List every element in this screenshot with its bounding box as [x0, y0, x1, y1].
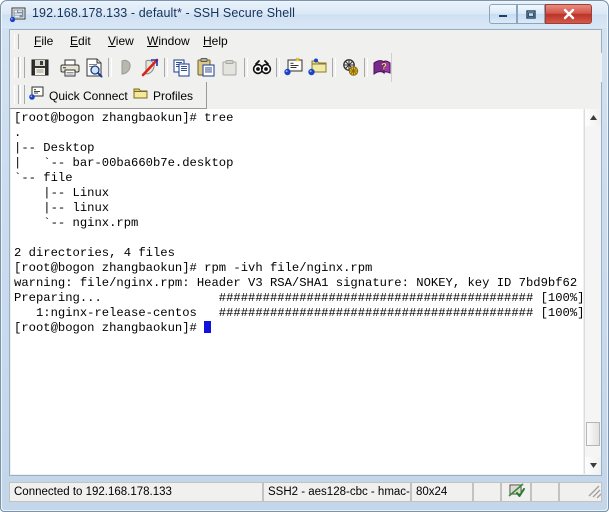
menu-item-view[interactable]: View — [102, 33, 140, 50]
ssh-terminal-icon — [9, 6, 27, 24]
toolbar-grip-handle-2[interactable] — [20, 57, 25, 78]
new-terminal-button[interactable] — [282, 56, 306, 79]
status-resize-grip[interactable] — [559, 482, 602, 502]
client-area: File Edit View Window Help ? Quick Conne… — [9, 29, 602, 476]
paste-button[interactable] — [194, 56, 218, 79]
main-toolbar: ? ? — [10, 53, 602, 82]
terminal-vertical-scrollbar[interactable] — [584, 109, 601, 474]
status-terminal-size: 80x24 — [411, 482, 473, 502]
new-file-transfer-button[interactable] — [306, 56, 330, 79]
print-preview-button[interactable] — [82, 56, 106, 79]
toolbar-grip-handle[interactable] — [14, 57, 19, 78]
status-pad-1 — [473, 482, 501, 502]
maximize-icon — [518, 5, 544, 23]
cut-button[interactable] — [218, 56, 242, 79]
menu-item-file[interactable]: File — [28, 33, 59, 50]
status-cipher: SSH2 - aes128-cbc - hmac-md5 — [263, 482, 411, 502]
window-title: 192.168.178.133 - default* - SSH Secure … — [32, 6, 296, 20]
terminal-output-area[interactable]: [root@bogon zhangbaokun]# tree . |-- Des… — [11, 109, 583, 474]
menu-item-edit[interactable]: Edit — [64, 33, 97, 50]
scroll-up-arrow-icon[interactable] — [585, 109, 601, 126]
quick-bar-grip-handle-2[interactable] — [20, 85, 25, 104]
quick-bar-panel: Quick Connect Profiles — [10, 82, 207, 109]
toolbar-separator-4 — [276, 58, 280, 77]
minimize-icon — [490, 5, 516, 23]
quick-connect-button[interactable]: Quick Connect — [28, 85, 128, 106]
terminal-text: [root@bogon zhangbaokun]# tree . |-- Des… — [14, 111, 583, 335]
save-button[interactable] — [28, 56, 52, 79]
menu-item-window[interactable]: Window — [141, 33, 196, 50]
menu-grip-handle[interactable] — [14, 34, 19, 49]
quick-connect-icon — [28, 85, 45, 107]
svg-text:?: ? — [381, 62, 387, 72]
scroll-down-arrow-icon[interactable] — [585, 457, 601, 474]
connect-button[interactable] — [114, 56, 138, 79]
profiles-button[interactable]: Profiles — [132, 85, 193, 106]
menu-item-help[interactable]: Help — [197, 33, 234, 50]
quick-connect-label: Quick Connect — [49, 88, 128, 103]
quick-bar-grip-handle[interactable] — [14, 85, 19, 104]
resize-grip-icon — [564, 485, 601, 499]
maximize-button[interactable] — [517, 4, 545, 24]
find-button[interactable] — [250, 56, 274, 79]
toolbar-separator — [108, 58, 112, 77]
toolbar-empty-area — [391, 53, 602, 82]
copy-button[interactable] — [170, 56, 194, 79]
status-encryption-icon-cell — [501, 482, 531, 502]
close-icon — [546, 5, 591, 23]
status-pad-2 — [531, 482, 559, 502]
menu-bar: File Edit View Window Help — [10, 30, 601, 54]
title-bar[interactable]: 192.168.178.133 - default* - SSH Secure … — [2, 2, 607, 28]
settings-button[interactable] — [338, 56, 362, 79]
toolbar-separator-5 — [332, 58, 336, 77]
profiles-label: Profiles — [153, 88, 194, 103]
toolbar-separator-6 — [364, 58, 368, 77]
minimize-button[interactable] — [489, 4, 517, 24]
toolbar-separator-2 — [164, 58, 168, 77]
status-connection: Connected to 192.168.178.133 — [9, 482, 263, 502]
terminal-cursor — [204, 321, 212, 333]
profiles-folder-icon — [132, 85, 149, 107]
status-bar: Connected to 192.168.178.133 SSH2 - aes1… — [9, 482, 602, 504]
quick-bar: Quick Connect Profiles — [10, 82, 601, 109]
disconnect-button[interactable] — [138, 56, 162, 79]
close-button[interactable] — [545, 4, 592, 24]
toolbar-separator-3 — [244, 58, 248, 77]
scroll-thumb[interactable] — [586, 422, 600, 446]
encryption-status-icon — [506, 483, 525, 499]
print-button[interactable] — [58, 56, 82, 79]
ssh-secure-shell-window: 192.168.178.133 - default* - SSH Secure … — [0, 0, 609, 512]
